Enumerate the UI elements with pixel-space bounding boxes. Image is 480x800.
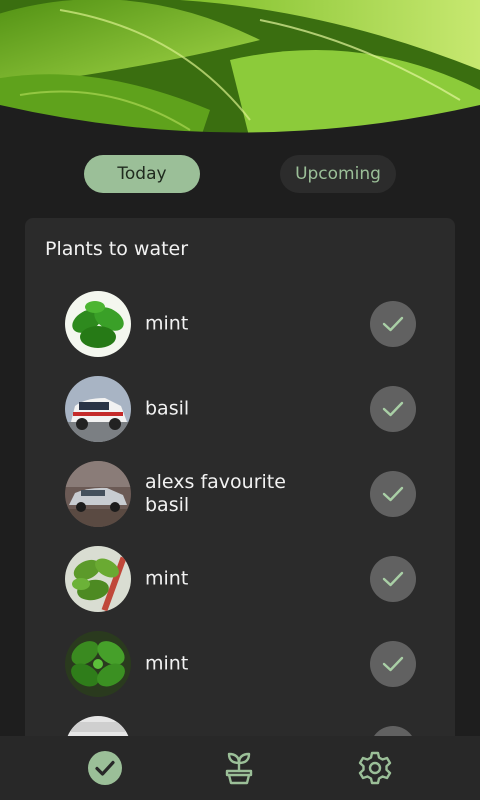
checkmark-icon (382, 401, 404, 417)
plant-photo (65, 376, 131, 442)
checkmark-icon (382, 656, 404, 672)
tab-upcoming[interactable]: Upcoming (280, 155, 396, 193)
nav-tasks[interactable] (85, 748, 125, 788)
plant-row: alexs favourite basil (65, 461, 416, 527)
plant-row: mint (65, 546, 416, 612)
checkmark-icon (382, 571, 404, 587)
nav-settings[interactable] (355, 748, 395, 788)
header-leaf-image (0, 0, 480, 140)
nav-plants[interactable] (219, 748, 259, 788)
plant-photo (65, 631, 131, 697)
plant-row: mint (65, 631, 416, 697)
checkmark-icon (382, 316, 404, 332)
checkmark-icon (382, 486, 404, 502)
day-tabs: Today Upcoming (0, 155, 480, 193)
mark-watered-button[interactable] (370, 556, 416, 602)
plant-name: alexs favourite basil (145, 471, 286, 516)
plant-row: mint (65, 291, 416, 357)
check-circle-icon (88, 751, 122, 785)
plant-name: mint (145, 312, 189, 335)
plants-to-water-card: Plants to water mint basil alexs favouri… (25, 218, 455, 800)
plant-photo (65, 291, 131, 357)
mark-watered-button[interactable] (370, 386, 416, 432)
plant-name: mint (145, 652, 189, 675)
tab-today[interactable]: Today (84, 155, 200, 193)
plant-photo (65, 461, 131, 527)
bottom-navigation (0, 736, 480, 800)
plant-photo (65, 546, 131, 612)
mark-watered-button[interactable] (370, 641, 416, 687)
mark-watered-button[interactable] (370, 471, 416, 517)
plant-row: basil (65, 376, 416, 442)
plant-name: basil (145, 397, 190, 420)
plant-name: mint (145, 567, 189, 590)
sprout-pot-icon (225, 752, 253, 785)
mark-watered-button[interactable] (370, 301, 416, 347)
gear-icon (358, 751, 392, 785)
section-title: Plants to water (45, 238, 189, 260)
